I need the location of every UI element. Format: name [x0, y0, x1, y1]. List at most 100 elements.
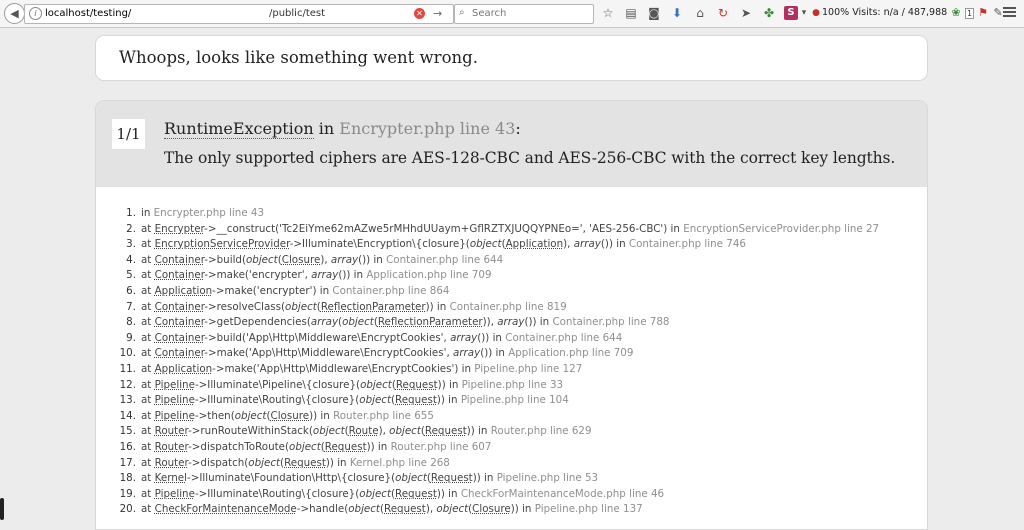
trace-type: array	[497, 316, 525, 329]
trace-type: object	[245, 253, 278, 266]
trace-class-abbr[interactable]: Request	[425, 425, 467, 437]
reload-icon[interactable]: ↻	[715, 4, 731, 22]
trace-class-abbr[interactable]: ReflectionParameter	[321, 301, 426, 313]
browser-toolbar: ◀ i localhost/testing/ /public/test ✕ → …	[0, 0, 1024, 28]
trace-class-abbr[interactable]: Container	[155, 301, 205, 313]
trace-text: )) in	[437, 378, 462, 391]
trace-class-abbr[interactable]: Request	[325, 441, 367, 453]
url-bar[interactable]: i localhost/testing/ /public/test ✕ →	[24, 4, 454, 24]
trace-row: 1. in Encrypter.php line 43	[116, 206, 879, 222]
trace-class-abbr[interactable]: Router	[155, 457, 188, 469]
trace-type: object	[285, 300, 317, 313]
trace-class-abbr[interactable]: Request	[284, 457, 326, 469]
exception-class[interactable]: RuntimeException	[164, 119, 314, 139]
trace-class-abbr[interactable]: Container	[155, 347, 205, 359]
hamburger-menu-icon[interactable]	[1003, 5, 1016, 19]
trace-class-abbr[interactable]: Route	[349, 425, 379, 437]
trace-text: ()) in	[477, 331, 506, 344]
addon-icon[interactable]: ❀	[950, 4, 962, 22]
trace-file-location: Pipeline.php line 127	[474, 362, 583, 375]
trace-class-abbr[interactable]: Request	[395, 488, 437, 500]
trace-class-abbr[interactable]: Router	[155, 441, 188, 453]
trace-row: 4. at Container->build(object(Closure), a…	[116, 253, 879, 269]
extension-s-icon[interactable]: S	[784, 6, 798, 20]
zoom-level: 100%	[822, 7, 850, 18]
trace-text: ->Illuminate\Routing\{closure}(	[194, 394, 360, 407]
trace-class-abbr[interactable]: Pipeline	[155, 488, 195, 500]
trace-class-abbr[interactable]: Pipeline	[155, 379, 195, 391]
trace-class-abbr[interactable]: Request	[431, 472, 473, 484]
pocket-icon[interactable]: ◙	[646, 4, 662, 22]
trace-row-number: 1.	[126, 207, 136, 219]
home-icon[interactable]: ⌂	[692, 4, 708, 22]
flag-icon[interactable]: ⚑	[977, 4, 989, 22]
download-icon[interactable]: ⬇	[669, 4, 685, 22]
notification-badge[interactable]: 1	[965, 7, 975, 19]
trace-text: )) in	[366, 440, 391, 453]
trace-class-abbr[interactable]: Request	[384, 503, 426, 515]
trace-class-abbr[interactable]: Container	[155, 254, 205, 266]
trace-class-abbr[interactable]: Application	[506, 238, 564, 250]
trace-class-abbr[interactable]: Pipeline	[155, 394, 195, 406]
trace-type: object	[389, 425, 421, 438]
trace-text: ->handle(	[296, 503, 349, 516]
trace-file-location: Router.php line 629	[490, 425, 592, 438]
trace-type: array	[450, 331, 478, 344]
trace-type: object	[348, 503, 380, 516]
trace-text: ->resolveClass(	[204, 300, 286, 313]
trace-row-number: 14.	[119, 409, 136, 422]
trace-class-abbr[interactable]: Request	[396, 379, 438, 391]
trace-text: at	[141, 440, 155, 453]
zoom-visits-readout: 100% Visits: n/a / 487,988	[822, 7, 947, 18]
trace-type: object	[289, 440, 321, 453]
trace-type: array	[311, 269, 339, 282]
trace-row: 12. at Pipeline->Illuminate\Pipeline\{clo…	[116, 378, 879, 394]
trace-class-abbr[interactable]: EncryptionServiceProvider	[155, 238, 290, 250]
trace-class-abbr[interactable]: Closure	[271, 410, 310, 422]
trace-class-abbr[interactable]: Encrypter	[155, 223, 205, 235]
trace-type: array	[573, 238, 601, 251]
trace-class-abbr[interactable]: ReflectionParameter	[378, 316, 483, 328]
search-placeholder: Search	[472, 8, 507, 19]
trace-class-abbr[interactable]: Closure	[282, 254, 321, 266]
trace-class-abbr[interactable]: Closure	[472, 503, 511, 515]
trace-file-location: EncryptionServiceProvider.php line 27	[683, 222, 880, 235]
trace-class-abbr[interactable]: Container	[155, 269, 205, 281]
extension-leaf-icon[interactable]: ✤	[761, 4, 777, 22]
trace-row: 18. at Kernel->Illuminate\Foundation\Http…	[116, 471, 879, 487]
scroll-handle[interactable]	[0, 498, 4, 520]
chevron-down-icon[interactable]: ▾	[800, 4, 808, 22]
trace-class-abbr[interactable]: Pipeline	[155, 410, 195, 422]
trace-text: at	[141, 316, 155, 329]
trace-class-abbr[interactable]: Application	[155, 363, 213, 375]
trace-text: ->Illuminate\Encryption\{closure}(	[289, 238, 470, 251]
toolbar-tail-icons: ❀ 1 ⚑ ✎	[950, 3, 1007, 23]
clipboard-icon[interactable]: ▤	[623, 4, 639, 22]
trace-class-abbr[interactable]: Kernel	[155, 472, 187, 484]
stop-icon[interactable]: ✕	[414, 8, 425, 19]
trace-text: ->make('App\Http\Middleware\EncryptCooki…	[212, 362, 475, 375]
trace-class-abbr[interactable]: Router	[155, 425, 188, 437]
trace-text: at	[141, 347, 155, 360]
trace-class-abbr[interactable]: Container	[155, 332, 205, 344]
send-icon[interactable]: ➤	[738, 4, 754, 22]
bookmark-star-icon[interactable]: ☆	[600, 4, 616, 22]
trace-class-abbr[interactable]: CheckForMaintenanceMode	[155, 503, 297, 515]
record-icon[interactable]: ●	[812, 4, 820, 22]
trace-file-location: Kernel.php line 268	[349, 456, 450, 469]
back-button[interactable]: ◀	[4, 3, 25, 24]
trace-class-abbr[interactable]: Request	[395, 394, 437, 406]
site-info-icon[interactable]: i	[29, 7, 42, 20]
trace-file-location: Pipeline.php line 104	[460, 394, 569, 407]
search-input[interactable]: ⌕ Search	[454, 4, 594, 24]
trace-file-location: Pipeline.php line 53	[496, 472, 599, 485]
trace-row-number: 3.	[126, 238, 136, 251]
trace-row: 9. at Container->build('App\Http\Middlewa…	[116, 331, 879, 347]
trace-text: ->then(	[194, 409, 235, 422]
trace-row-number: 11.	[119, 362, 136, 375]
trace-class-abbr[interactable]: Application	[155, 285, 213, 297]
trace-type: array	[453, 347, 481, 360]
go-arrow-icon[interactable]: →	[433, 7, 442, 20]
trace-text: at	[141, 238, 155, 251]
trace-class-abbr[interactable]: Container	[155, 316, 205, 328]
